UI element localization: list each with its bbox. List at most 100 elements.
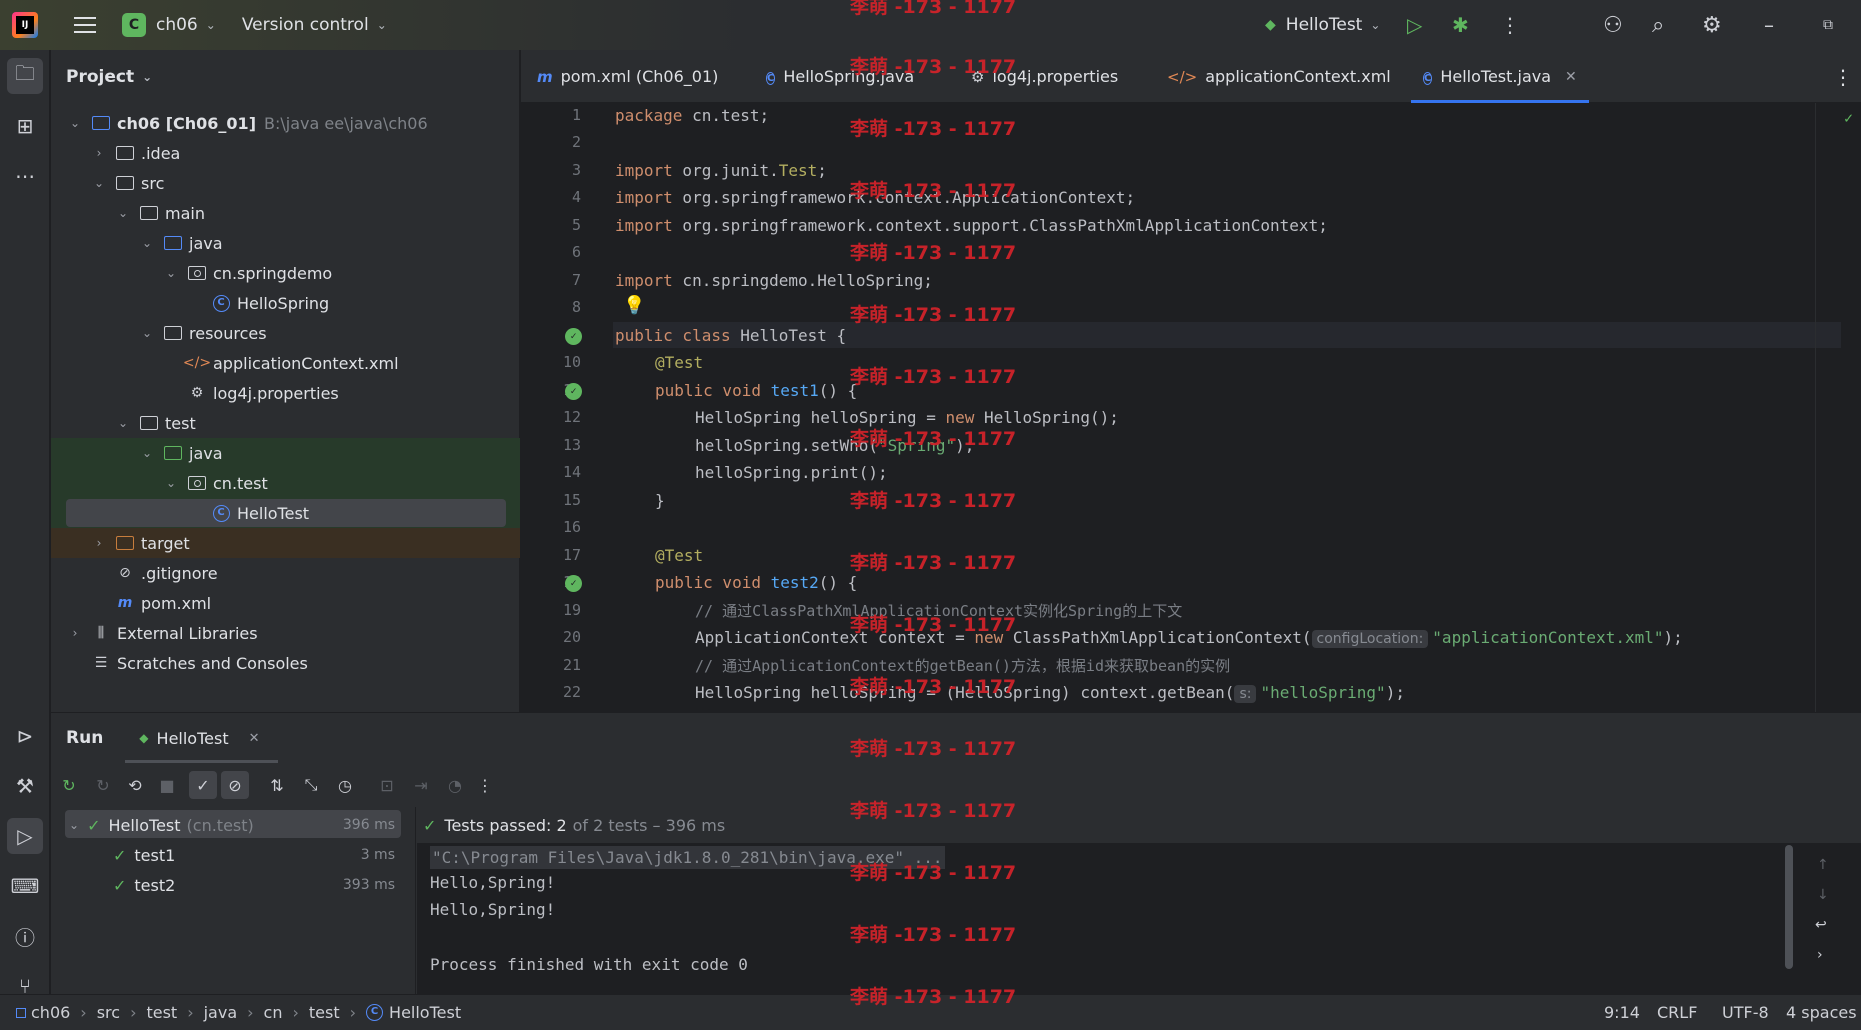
tree-item-java-main[interactable]: ⌄ java <box>51 228 520 258</box>
run-tool-icon[interactable]: ▷ <box>7 818 43 854</box>
tree-item-hellospring[interactable]: C HelloSpring <box>51 288 520 318</box>
tree-item-src[interactable]: ⌄ src <box>51 168 520 198</box>
tab-pom-xml[interactable]: m pom.xml (Ch06_01) <box>537 50 718 103</box>
breadcrumb-item[interactable]: test <box>146 1003 177 1022</box>
tree-item-target[interactable]: › target <box>51 528 520 558</box>
tree-item-external-libraries[interactable]: › ⫼ External Libraries <box>51 618 520 648</box>
test-case-row[interactable]: ✓ test1 3 ms <box>65 840 401 870</box>
parameter-hint: configLocation: <box>1311 630 1429 648</box>
run-test-gutter-icon[interactable]: ✓ <box>565 575 582 592</box>
soft-wrap-icon[interactable]: ↩ <box>1815 917 1827 933</box>
console-output[interactable]: "C:\Program Files\Java\jdk1.8.0_281\bin\… <box>417 843 1861 995</box>
cursor-position[interactable]: 9:14 <box>1604 1003 1640 1022</box>
project-switcher[interactable]: C ch06 ⌄ <box>96 13 216 37</box>
line-number: 6 <box>571 243 581 261</box>
line-number: 15 <box>562 491 581 509</box>
structure-tool-icon[interactable]: ⊞ <box>7 108 43 144</box>
tree-item-scratches[interactable]: ☰ Scratches and Consoles <box>51 648 520 678</box>
terminal-icon[interactable]: ⌨ <box>7 868 43 904</box>
tree-item-applicationcontext[interactable]: </> applicationContext.xml <box>51 348 520 378</box>
sort-icon[interactable]: ⇅ <box>263 771 291 799</box>
project-tool-icon[interactable]: 🗀 <box>7 58 43 94</box>
tab-hellospring[interactable]: C HelloSpring.java <box>766 50 914 103</box>
lightbulb-icon[interactable]: 💡 <box>623 295 645 316</box>
close-tab-icon[interactable]: ✕ <box>1565 69 1577 85</box>
expand-arrow-icon: ⌄ <box>165 476 177 490</box>
tree-item-gitignore[interactable]: ⊘ .gitignore <box>51 558 520 588</box>
breadcrumb-item[interactable]: HelloTest <box>389 1003 461 1022</box>
breadcrumb-item[interactable]: test <box>309 1003 340 1022</box>
toggle-auto-test-icon[interactable]: ⟲ <box>121 771 149 799</box>
more-tools-icon[interactable]: ⋯ <box>7 158 43 194</box>
console-scrollbar[interactable] <box>1785 845 1793 969</box>
more-options-icon[interactable]: ⋮ <box>471 771 499 799</box>
collapse-all-icon[interactable]: ⤡ <box>297 771 325 799</box>
tab-hellotest[interactable]: C HelloTest.java ✕ <box>1411 50 1589 103</box>
more-actions-icon[interactable]: ⋮ <box>1500 0 1520 50</box>
class-icon: C <box>766 72 776 85</box>
add-user-icon[interactable]: ⚇ <box>1603 0 1623 50</box>
services-icon[interactable]: ⊳ <box>7 718 43 754</box>
import-tests-icon[interactable]: ⇥ <box>407 771 435 799</box>
run-icon[interactable]: ▷ <box>1407 0 1422 50</box>
scroll-down-icon[interactable]: ↓ <box>1817 887 1829 903</box>
stop-icon[interactable]: ■ <box>153 771 181 799</box>
search-icon[interactable]: ⌕ <box>1652 0 1664 50</box>
tab-options-icon[interactable]: ⋮ <box>1833 50 1853 103</box>
run-console[interactable]: ✓ Tests passed: 2 of 2 tests – 396 ms "C… <box>417 807 1861 995</box>
minimize-icon[interactable]: – <box>1764 0 1774 50</box>
test-history-icon[interactable]: ◷ <box>331 771 359 799</box>
version-control-menu[interactable]: Version control ⌄ <box>242 15 387 35</box>
coverage-icon[interactable]: ◔ <box>441 771 469 799</box>
run-config-selector[interactable]: ◆ HelloTest ⌄ <box>1265 0 1380 50</box>
problems-icon[interactable]: ⓘ <box>7 918 43 954</box>
module-icon <box>16 1007 26 1018</box>
rerun-failed-icon[interactable]: ↻ <box>89 771 117 799</box>
line-separator[interactable]: CRLF <box>1657 1003 1697 1022</box>
tree-item-java-test[interactable]: ⌄ java <box>51 438 520 468</box>
test-case-row[interactable]: ✓ test2 393 ms <box>65 870 401 900</box>
breadcrumb-item[interactable]: cn <box>264 1003 283 1022</box>
file-encoding[interactable]: UTF-8 <box>1722 1003 1769 1022</box>
screenshot-icon[interactable]: ⊡ <box>373 771 401 799</box>
tree-item-test[interactable]: ⌄ test <box>51 408 520 438</box>
run-test-gutter-icon[interactable]: ✓ <box>565 383 582 400</box>
restore-window-icon[interactable]: ⧉ <box>1823 0 1833 50</box>
no-problems-check-icon[interactable]: ✓ <box>1844 109 1853 127</box>
test-suite-row[interactable]: ⌄ ✓ HelloTest (cn.test) 396 ms <box>65 810 401 840</box>
indent-setting[interactable]: 4 spaces <box>1786 1003 1857 1022</box>
intellij-logo-icon[interactable] <box>12 12 38 38</box>
tree-item-ch06[interactable]: ⌄ ch06 [Ch06_01] B:\java ee\java\ch06 <box>51 108 520 138</box>
code-line: import org.junit.Test; <box>615 161 827 180</box>
tree-item-cn-test[interactable]: ⌄ cn.test <box>51 468 520 498</box>
scroll-up-icon[interactable]: ↑ <box>1817 857 1829 873</box>
tree-item-main[interactable]: ⌄ main <box>51 198 520 228</box>
tree-item-log4j[interactable]: ⚙ log4j.properties <box>51 378 520 408</box>
code-editor[interactable]: 1 2 3 4 5 6 7 8 9 10 11 12 13 14 15 16 1… <box>521 103 1861 712</box>
expand-arrow-icon[interactable]: › <box>1817 947 1823 963</box>
tree-item-idea[interactable]: › .idea <box>51 138 520 168</box>
close-tab-icon[interactable]: ✕ <box>249 731 260 746</box>
main-menu-icon[interactable] <box>74 17 96 33</box>
show-passed-icon[interactable]: ✓ <box>189 771 217 799</box>
run-tab-hellotest[interactable]: ◆ HelloTest ✕ <box>125 713 278 763</box>
debug-icon[interactable]: ✱ <box>1452 0 1469 50</box>
test-summary: ✓ Tests passed: 2 of 2 tests – 396 ms <box>417 807 1861 843</box>
tree-label: resources <box>189 323 267 343</box>
settings-gear-icon[interactable]: ⚙ <box>1702 0 1722 50</box>
collapse-arrow-icon: › <box>96 146 102 160</box>
run-test-gutter-icon[interactable]: ✓ <box>565 328 582 345</box>
build-hammer-icon[interactable]: ⚒ <box>7 768 43 804</box>
breadcrumb-item[interactable]: ch06 <box>31 1003 70 1022</box>
tree-item-cn-springdemo[interactable]: ⌄ cn.springdemo <box>51 258 520 288</box>
tree-item-hellotest[interactable]: C HelloTest <box>51 498 520 528</box>
tree-item-resources[interactable]: ⌄ resources <box>51 318 520 348</box>
tree-item-pom[interactable]: m pom.xml <box>51 588 520 618</box>
tab-applicationcontext[interactable]: </> applicationContext.xml <box>1167 50 1391 103</box>
rerun-icon[interactable]: ↻ <box>55 771 83 799</box>
tab-log4j[interactable]: ⚙ log4j.properties <box>971 50 1118 103</box>
breadcrumb-item[interactable]: src <box>97 1003 120 1022</box>
show-ignored-icon[interactable]: ⊘ <box>221 771 249 799</box>
project-panel-header[interactable]: Project ⌄ <box>51 50 519 104</box>
breadcrumb-item[interactable]: java <box>204 1003 238 1022</box>
